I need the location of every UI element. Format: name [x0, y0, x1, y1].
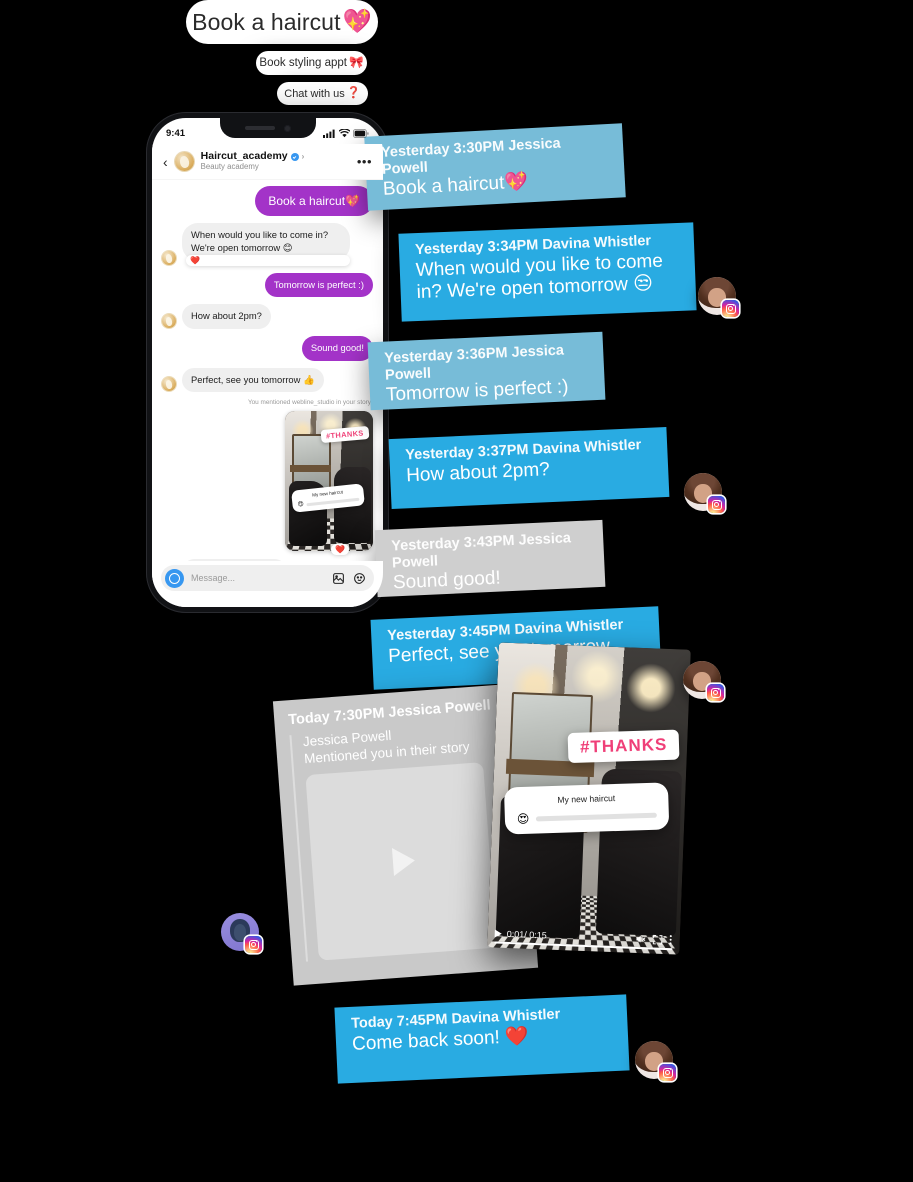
transcript-card-1[interactable]: Yesterday 3:30PM Jessica Powell Book a h… [364, 123, 626, 211]
instagram-badge-icon [707, 684, 724, 701]
avatar-davina-whistler[interactable] [683, 661, 724, 701]
quick-reply-book-a-haircut[interactable]: Book a haircut 💖 [186, 0, 378, 44]
message-bubble-tomorrow-perfect: Tomorrow is perfect :) [264, 272, 373, 298]
screenshot-stage: Book a haircut 💖 Book styling appt 🎀 Cha… [0, 0, 913, 1182]
message-text: Book a haircut [268, 194, 346, 208]
play-icon[interactable] [494, 928, 502, 938]
phone-mockup: 9:41 ‹ Haircut_academy › Beauty academy … [146, 112, 389, 613]
message-row-outgoing: Tomorrow is perfect :) [162, 272, 373, 298]
transcript-card-8[interactable]: Today 7:45PM Davina Whistler Come back s… [334, 994, 630, 1084]
message-bubble-perfect-see-you: Perfect, see you tomorrow 👍 [182, 367, 324, 393]
avatar-jessica-powell[interactable] [221, 913, 262, 953]
message-row-outgoing: Book a haircut💖 [162, 186, 373, 217]
reaction-heart-icon[interactable]: ❤️ [186, 254, 350, 266]
transcript-card-4[interactable]: Yesterday 3:37PM Davina Whistler How abo… [388, 426, 670, 510]
status-icons [323, 128, 369, 138]
quick-reply-chat-with-us[interactable]: Chat with us ❓ [277, 82, 368, 105]
transcript-card-5[interactable]: Yesterday 3:43PM Jessica Powell Sound go… [374, 519, 606, 598]
composer-bar[interactable]: Message... [161, 565, 374, 591]
story-mention-note: You mentioned webline_studio in your sto… [247, 399, 371, 407]
back-icon[interactable]: ‹ [163, 155, 168, 169]
message-row-incoming: How about 2pm? [162, 304, 373, 329]
message-row-outgoing: Sound good! [162, 335, 373, 361]
instagram-badge-icon [659, 1064, 676, 1081]
story-reaction-row: ❤️ [162, 544, 373, 556]
play-icon[interactable] [391, 846, 416, 876]
avatar-davina-whistler[interactable] [635, 1041, 676, 1081]
message-row-incoming: Perfect, see you tomorrow 👍 [162, 367, 373, 393]
fullscreen-icon[interactable] [652, 934, 663, 945]
question-mark-icon: ❓ [346, 86, 361, 99]
status-time: 9:41 [166, 127, 186, 139]
message-composer[interactable]: Message... [152, 561, 383, 607]
video-placeholder[interactable] [305, 761, 497, 961]
instagram-badge-icon [722, 300, 739, 317]
input-bar [306, 497, 360, 507]
heart-eyes-icon: 😍 [297, 501, 305, 509]
message-bubble-sound-good: Sound good! [301, 335, 373, 361]
quick-reply-label: Book a haircut [192, 8, 341, 35]
video-actions [635, 933, 672, 945]
quick-reply-book-styling-appt[interactable]: Book styling appt 🎀 [256, 51, 367, 75]
speaker-icon [244, 126, 275, 130]
message-row-incoming: When would you like to come in? We're op… [162, 223, 373, 266]
account-avatar[interactable] [174, 152, 194, 171]
story-video-card[interactable]: #THANKS My new haircut 😍 0:01/ 0:15 [487, 642, 691, 955]
sparkling-heart-icon: 💖 [342, 8, 372, 35]
heart-eyes-icon: 😍 [516, 811, 530, 827]
question-sticker-text: My new haircut [557, 793, 616, 805]
quick-reply-label: Chat with us [284, 87, 345, 100]
front-camera-icon [283, 124, 291, 132]
story-reaction-heart-icon[interactable]: ❤️ [331, 544, 349, 556]
question-sticker[interactable]: My new haircut 😍 [503, 782, 670, 835]
verified-icon [290, 153, 299, 162]
transcript-card-3[interactable]: Yesterday 3:36PM Jessica Powell Tomorrow… [367, 331, 606, 411]
transcript-card-2[interactable]: Yesterday 3:34PM Davina Whistler When wo… [398, 222, 697, 322]
sticker-icon[interactable] [353, 572, 366, 585]
story-attachment-row: #THANKS My new haircut 😍 [162, 411, 373, 552]
account-info: Haircut_academy › Beauty academy [201, 151, 305, 171]
chat-header: ‹ Haircut_academy › Beauty academy ••• [152, 144, 383, 180]
avatar-davina-whistler[interactable] [698, 277, 739, 317]
message-input[interactable]: Message... [191, 573, 324, 583]
message-bubble-how-about-2pm: How about 2pm? [182, 304, 271, 329]
question-sticker-input[interactable]: 😍 [516, 809, 657, 827]
card-body: When would you like to come in? We're op… [415, 250, 664, 304]
instagram-badge-icon [708, 496, 725, 513]
ribbon-icon: 🎀 [349, 56, 364, 70]
video-timestamp: 0:01/ 0:15 [506, 928, 547, 940]
avatar [162, 250, 176, 265]
kebab-icon[interactable] [668, 934, 672, 945]
avatar [162, 313, 176, 328]
sparkling-heart-icon: 💖 [345, 194, 360, 208]
wifi-icon [339, 128, 350, 137]
phone-notch [219, 118, 316, 138]
message-thread[interactable]: Book a haircut💖 When would you like to c… [152, 180, 383, 561]
signal-icon [323, 129, 335, 138]
phone-screen: 9:41 ‹ Haircut_academy › Beauty academy … [152, 118, 383, 607]
shelf-shape [290, 464, 331, 472]
message-bubble-book-haircut: Book a haircut💖 [255, 186, 373, 217]
more-options-icon[interactable]: ••• [357, 155, 372, 168]
input-bar[interactable] [535, 812, 657, 822]
gallery-icon[interactable] [332, 572, 345, 585]
sparkling-heart-icon: 💖 [503, 171, 529, 194]
instagram-badge-icon [245, 936, 262, 953]
quick-reply-label: Book styling appt [259, 57, 347, 69]
camera-icon[interactable] [165, 568, 184, 588]
story-thumbnail[interactable]: #THANKS My new haircut 😍 [285, 411, 373, 552]
account-subtitle: Beauty academy [200, 162, 259, 172]
hashtag-sticker: #THANKS [567, 729, 680, 764]
avatar [162, 377, 176, 392]
video-time-group: 0:01/ 0:15 [494, 928, 547, 940]
mute-icon[interactable] [635, 933, 646, 943]
avatar-davina-whistler[interactable] [684, 473, 725, 513]
battery-icon [353, 128, 369, 138]
chevron-right-icon: › [301, 151, 305, 161]
